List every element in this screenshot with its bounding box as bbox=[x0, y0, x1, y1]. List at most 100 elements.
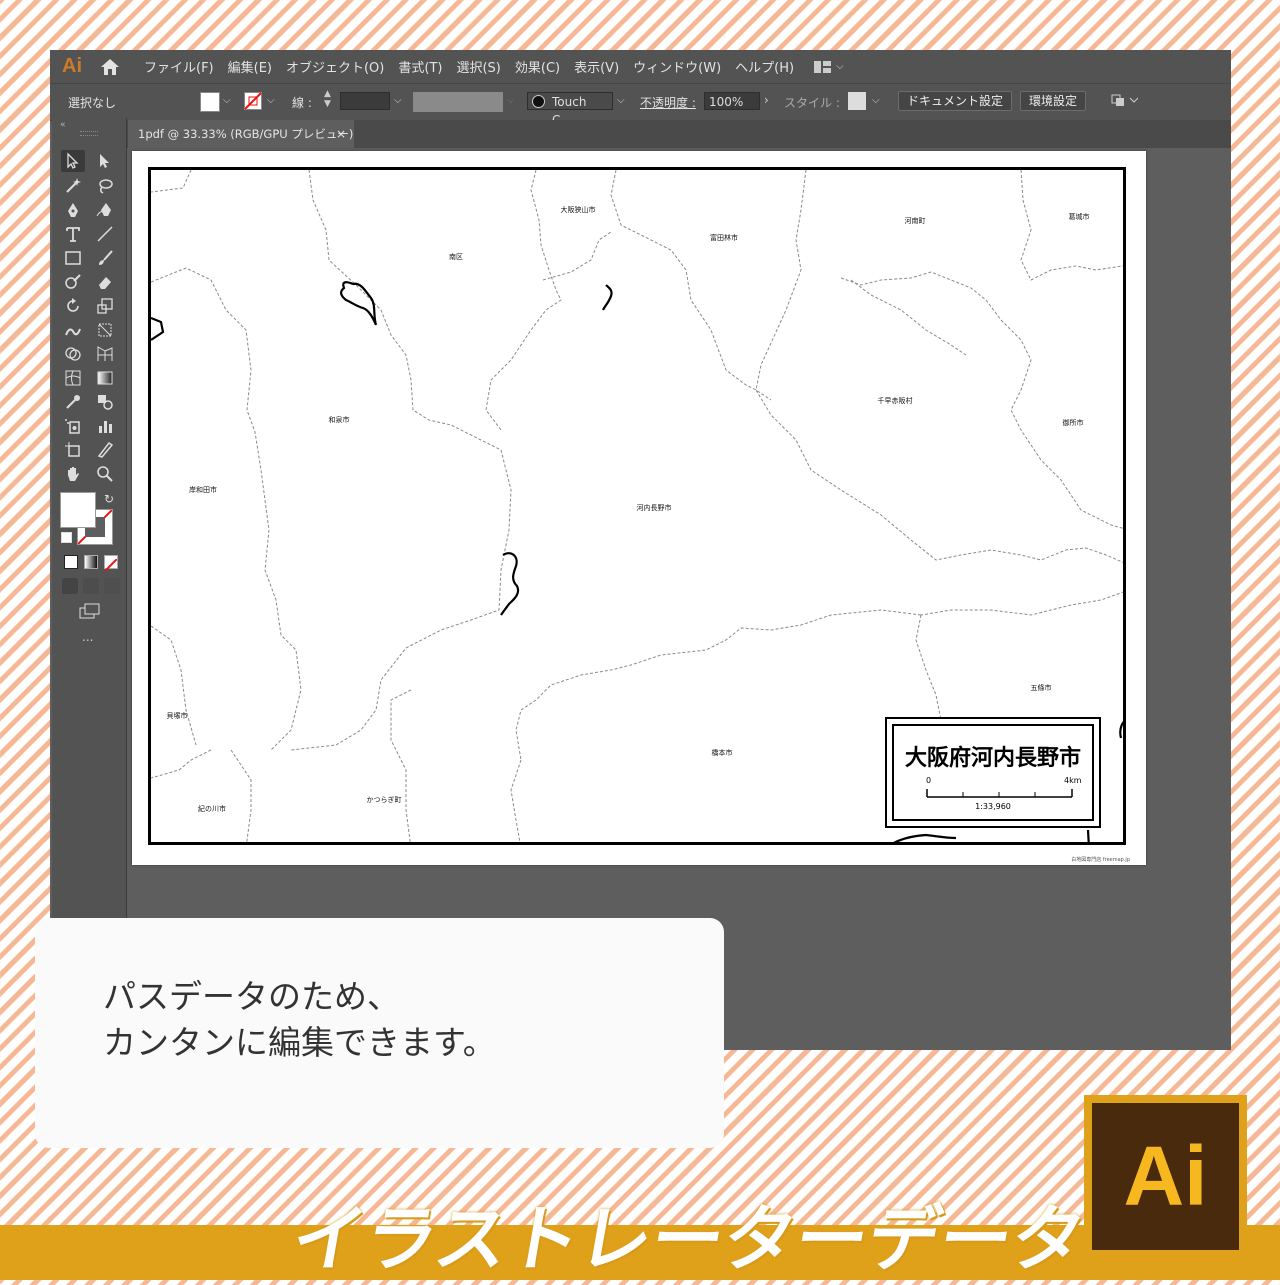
draw-normal-icon[interactable] bbox=[62, 578, 78, 594]
collapse-panel-icon[interactable]: « bbox=[60, 120, 66, 130]
place-label: 岸和田市 bbox=[189, 486, 217, 494]
menu-object[interactable]: オブジェクト(O) bbox=[286, 57, 384, 76]
shape-builder-tool-icon[interactable] bbox=[61, 343, 85, 365]
stroke-weight-chevron-icon[interactable]: ⌵ bbox=[394, 95, 402, 106]
profile-chevron-icon[interactable]: ⌵ bbox=[507, 95, 515, 106]
fill-dropdown-chevron-icon[interactable]: ⌵ bbox=[223, 95, 231, 106]
menu-help[interactable]: ヘルプ(H) bbox=[735, 57, 794, 76]
place-label: 御所市 bbox=[1062, 419, 1084, 427]
menu-window[interactable]: ウィンドウ(W) bbox=[633, 57, 721, 76]
close-icon[interactable]: × bbox=[336, 120, 346, 148]
arrange-icon[interactable] bbox=[1110, 92, 1139, 111]
hand-tool-icon[interactable] bbox=[61, 463, 85, 485]
slice-tool-icon[interactable] bbox=[93, 439, 117, 461]
place-label: 五條市 bbox=[1030, 684, 1052, 692]
stroke-weight-input[interactable] bbox=[340, 92, 390, 110]
caption-line-1: パスデータのため、 bbox=[103, 977, 400, 1016]
zoom-tool-icon[interactable] bbox=[93, 463, 117, 485]
menu-view[interactable]: 表示(V) bbox=[574, 57, 619, 76]
color-mode-icon[interactable] bbox=[64, 555, 78, 569]
type-tool-icon[interactable] bbox=[61, 223, 85, 245]
menu-effect[interactable]: 効果(C) bbox=[515, 57, 560, 76]
chevron-down-icon: ⌵ bbox=[836, 61, 844, 72]
gradient-tool-icon[interactable] bbox=[93, 367, 117, 389]
artboard[interactable]: 大阪狭山市 富田林市 河南町 葛城市 南区 千早赤阪村 和泉市 御所市 岸和田市… bbox=[132, 151, 1146, 865]
variable-width-profile[interactable] bbox=[413, 92, 503, 112]
scale-tool-icon[interactable] bbox=[93, 295, 117, 317]
draw-inside-icon[interactable] bbox=[104, 578, 120, 594]
direct-selection-tool-icon[interactable] bbox=[93, 150, 117, 172]
panel-grip[interactable] bbox=[80, 131, 98, 136]
rotate-tool-icon[interactable] bbox=[61, 295, 85, 317]
edit-toolbar-icon[interactable]: ... bbox=[82, 630, 93, 644]
style-chevron-icon[interactable]: ⌵ bbox=[872, 95, 880, 106]
opacity-arrow-icon[interactable]: › bbox=[764, 93, 769, 107]
scale-bar bbox=[926, 789, 1073, 798]
preferences-button[interactable]: 環境設定 bbox=[1020, 91, 1087, 111]
menu-select[interactable]: 選択(S) bbox=[456, 57, 500, 76]
opacity-input[interactable]: 100% bbox=[704, 92, 760, 110]
illustrator-window: Ai ファイル(F) 編集(E) オブジェクト(O) 書式(T) 選択(S) 効… bbox=[50, 50, 1231, 1050]
curvature-tool-icon[interactable] bbox=[93, 199, 117, 221]
artboard-tool-icon[interactable] bbox=[61, 439, 85, 461]
pen-tool-icon[interactable] bbox=[61, 199, 85, 221]
place-label: 富田林市 bbox=[710, 234, 738, 242]
fill-swatch[interactable] bbox=[200, 92, 220, 112]
warp-tool-icon[interactable] bbox=[61, 319, 85, 341]
opacity-label[interactable]: 不透明度 : bbox=[640, 94, 696, 111]
magic-wand-tool-icon[interactable] bbox=[61, 175, 85, 197]
stroke-dropdown-chevron-icon[interactable]: ⌵ bbox=[267, 95, 275, 106]
eyedropper-tool-icon[interactable] bbox=[61, 391, 85, 413]
menu-list: ファイル(F) 編集(E) オブジェクト(O) 書式(T) 選択(S) 効果(C… bbox=[144, 57, 808, 76]
scale-ratio: 1:33,960 bbox=[975, 802, 1011, 811]
shaper-tool-icon[interactable] bbox=[61, 271, 85, 293]
paintbrush-tool-icon[interactable] bbox=[93, 247, 117, 269]
menu-type[interactable]: 書式(T) bbox=[398, 57, 442, 76]
symbol-sprayer-tool-icon[interactable] bbox=[61, 415, 85, 437]
place-label: 河内長野市 bbox=[636, 504, 672, 512]
none-mode-icon[interactable] bbox=[104, 555, 118, 572]
line-segment-tool-icon[interactable] bbox=[93, 223, 117, 245]
caption-card: パスデータのため、 カンタンに編集できます。 bbox=[35, 918, 724, 1148]
stroke-weight-stepper[interactable]: ▲ ▼ bbox=[324, 89, 331, 109]
selection-tool-icon[interactable] bbox=[61, 150, 85, 172]
blend-tool-icon[interactable] bbox=[93, 391, 117, 413]
workspace-switcher[interactable]: ⌵ bbox=[814, 60, 844, 74]
place-label: 南区 bbox=[449, 253, 463, 261]
illustrator-badge: Ai bbox=[1084, 1095, 1247, 1258]
stroke-weight-label: 線 : bbox=[292, 96, 312, 110]
document-tab-title: 1pdf @ 33.33% (RGB/GPU プレビュー) bbox=[138, 127, 354, 141]
menu-edit[interactable]: 編集(E) bbox=[228, 57, 272, 76]
fill-color-front[interactable] bbox=[60, 492, 96, 528]
document-tab-bar: 1pdf @ 33.33% (RGB/GPU プレビュー) × bbox=[126, 120, 1231, 148]
screen-mode-icon[interactable] bbox=[79, 603, 101, 623]
selection-status: 選択なし bbox=[68, 96, 117, 110]
free-transform-tool-icon[interactable] bbox=[93, 319, 117, 341]
eraser-tool-icon[interactable] bbox=[93, 271, 117, 293]
lasso-tool-icon[interactable] bbox=[93, 175, 117, 197]
document-setup-button[interactable]: ドキュメント設定 bbox=[898, 91, 1013, 111]
draw-behind-icon[interactable] bbox=[83, 578, 99, 594]
graphic-style-swatch[interactable] bbox=[848, 92, 866, 110]
gradient-mode-icon[interactable] bbox=[84, 555, 98, 569]
home-icon[interactable] bbox=[94, 50, 126, 83]
place-label: 橋本市 bbox=[711, 749, 733, 757]
column-graph-tool-icon[interactable] bbox=[93, 415, 117, 437]
place-label: 葛城市 bbox=[1068, 213, 1090, 221]
brush-chevron-icon[interactable]: ⌵ bbox=[617, 95, 625, 106]
default-colors-icon[interactable] bbox=[61, 532, 72, 543]
map-credit: 白地図専門店 freemap.jp bbox=[1071, 857, 1130, 863]
place-label: かつらぎ町 bbox=[366, 796, 402, 804]
rectangle-tool-icon[interactable] bbox=[61, 247, 85, 269]
map-title-box: 大阪府河内長野市 0 4km 1:33,960 bbox=[885, 717, 1101, 828]
place-label: 河南町 bbox=[904, 217, 926, 225]
perspective-grid-tool-icon[interactable] bbox=[93, 343, 117, 365]
menu-file[interactable]: ファイル(F) bbox=[144, 57, 214, 76]
document-tab[interactable]: 1pdf @ 33.33% (RGB/GPU プレビュー) × bbox=[128, 120, 354, 148]
place-label: 大阪狭山市 bbox=[560, 206, 596, 214]
swap-colors-icon[interactable]: ↻ bbox=[104, 492, 114, 506]
style-label: スタイル : bbox=[784, 96, 840, 110]
stroke-swatch[interactable] bbox=[244, 92, 262, 113]
mesh-tool-icon[interactable] bbox=[61, 367, 85, 389]
ai-app-logo: Ai bbox=[62, 55, 82, 77]
